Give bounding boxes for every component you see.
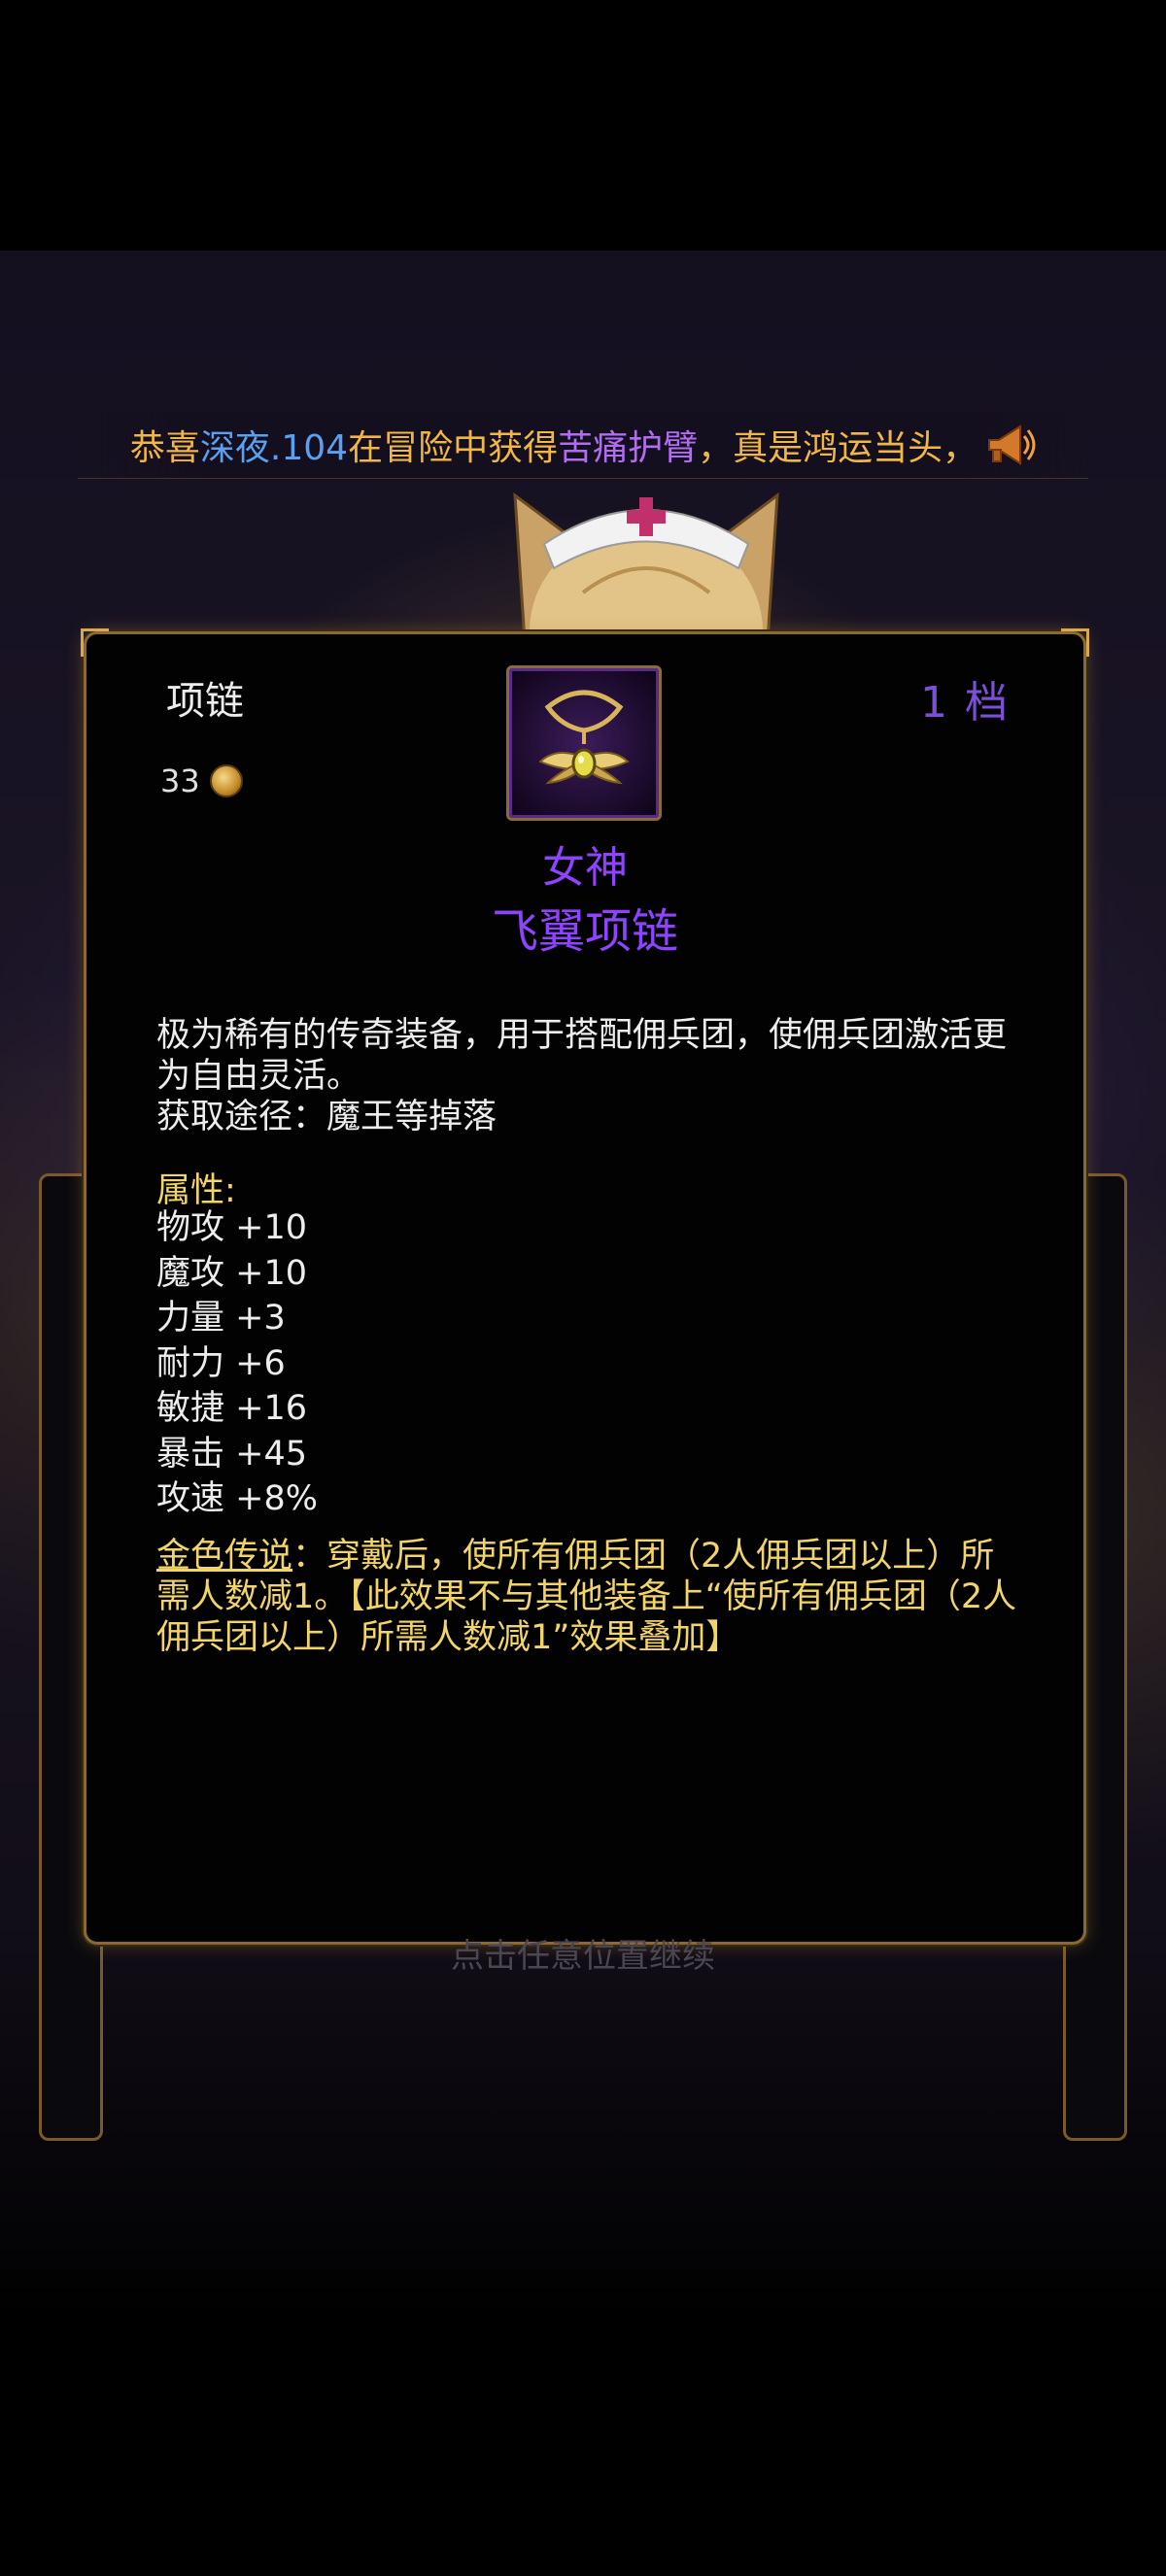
attribute-magic-attack: 魔攻 +10 — [156, 1253, 307, 1293]
legendary-label: 金色传说 — [156, 1537, 293, 1576]
card-corner-ornament — [81, 628, 109, 657]
description-text: 极为稀有的传奇装备，用于搭配佣兵团，使佣兵团激活更为自由灵活。 — [156, 1016, 1008, 1096]
broadcast-message: 恭喜深夜.104在冒险中获得苦痛护臂，真是鸿运当头， — [130, 420, 977, 470]
broadcast-segment: 恭喜 — [129, 428, 200, 468]
broadcast-segment: ，真是鸿运当头， — [698, 428, 978, 468]
item-name-line2: 飞翼项链 — [491, 904, 678, 959]
item-icon-frame — [506, 665, 662, 821]
item-detail-card: 项链 33 1 档 女神 飞翼项链 极为稀有的传奇装备，用于搭配佣兵团，使佣兵团… — [81, 628, 1089, 1945]
price-value: 33 — [160, 763, 200, 799]
card-corner-ornament — [1061, 628, 1089, 657]
item-price: 33 — [160, 763, 243, 799]
continue-hint[interactable]: 点击任意位置继续 — [0, 1929, 1166, 1977]
item-name-line1: 女神 — [542, 843, 628, 893]
horn-icon[interactable] — [983, 419, 1036, 471]
attribute-list: 物攻 +10 魔攻 +10 力量 +3 耐力 +6 敏捷 +16 暴击 +45 … — [156, 1205, 739, 1522]
broadcast-segment: 在冒险中获得 — [348, 428, 559, 468]
broadcast-player-name[interactable]: 深夜.104 — [200, 428, 348, 468]
attribute-physical-attack: 物攻 +10 — [156, 1208, 307, 1247]
character-portrait — [505, 476, 787, 738]
attribute-attack-speed: 攻速 +8% — [156, 1479, 318, 1518]
legendary-effect: 金色传说：穿戴后，使所有佣兵团（2人佣兵团以上）所需人数减1。【此效果不与其他装… — [156, 1536, 1021, 1658]
attribute-strength: 力量 +3 — [156, 1299, 286, 1338]
gold-coin-icon — [209, 764, 243, 797]
attribute-agility: 敏捷 +16 — [156, 1389, 307, 1428]
item-description: 极为稀有的传奇装备，用于搭配佣兵团，使佣兵团激活更为自由灵活。 获取途径：魔王等… — [156, 1015, 1021, 1137]
acquisition-source: 获取途径：魔王等掉落 — [156, 1098, 497, 1136]
attribute-critical: 暴击 +45 — [156, 1434, 307, 1474]
broadcast-banner: 恭喜深夜.104在冒险中获得苦痛护臂，真是鸿运当头， — [78, 412, 1088, 479]
broadcast-item-name[interactable]: 苦痛护臂 — [558, 428, 698, 468]
item-grade: 1 档 — [920, 678, 1010, 728]
equipment-slot-label: 项链 — [166, 679, 244, 724]
attribute-stamina: 耐力 +6 — [156, 1343, 286, 1383]
winged-necklace-icon — [538, 690, 630, 785]
